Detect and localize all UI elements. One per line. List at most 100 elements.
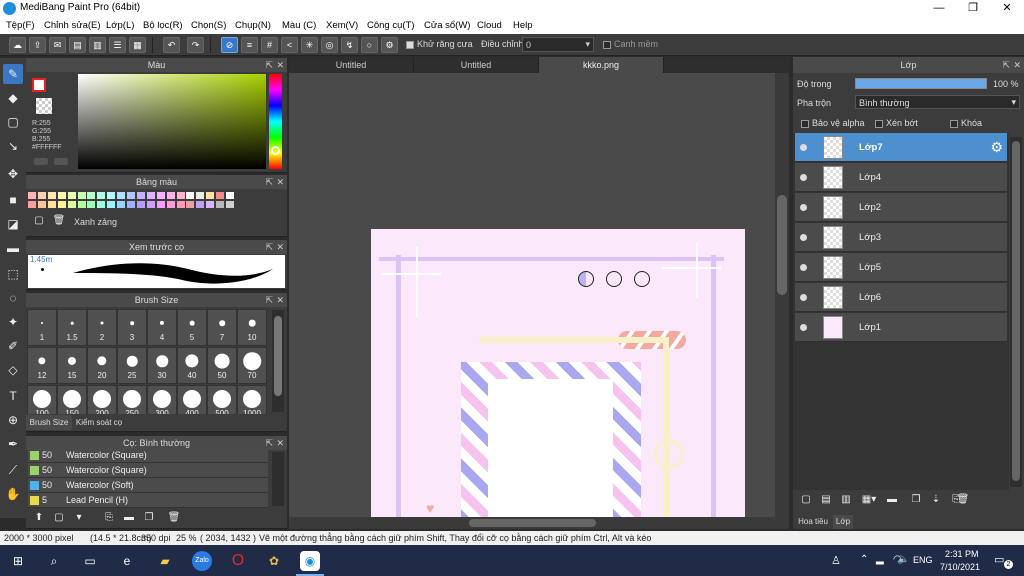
tab-brush-control[interactable]: Kiểm soát cọ	[74, 415, 124, 430]
palette-swatch[interactable]	[176, 201, 185, 208]
close-icon[interactable]: ✕	[276, 436, 284, 450]
snap-circle-icon[interactable]: ◎	[321, 37, 338, 53]
delete-palette-icon[interactable]: 🗑	[51, 213, 67, 229]
brush-size-cell[interactable]: 1000	[237, 385, 267, 414]
brush-size-cell[interactable]: 4	[147, 309, 177, 346]
palette-swatch[interactable]	[97, 201, 106, 208]
paint-palette-icon[interactable]: ✿	[264, 551, 284, 571]
scrollbar-thumb[interactable]	[469, 519, 596, 527]
close-icon[interactable]: ✕	[1013, 57, 1021, 73]
redo-icon[interactable]: ↷	[187, 37, 204, 53]
brush-size-cell[interactable]: 20	[87, 347, 117, 384]
palette-swatch[interactable]	[37, 192, 46, 199]
visibility-eye-icon[interactable]	[800, 264, 807, 271]
palette-swatch[interactable]	[186, 192, 195, 199]
text-tool-icon[interactable]: T	[3, 386, 23, 406]
palette-swatch[interactable]	[117, 192, 126, 199]
palette-swatch[interactable]	[107, 201, 116, 208]
close-icon[interactable]: ✕	[276, 58, 284, 72]
tab-brush-size[interactable]: Brush Size	[26, 415, 72, 430]
palette-swatch[interactable]	[87, 201, 96, 208]
brush-size-cell[interactable]: 150	[57, 385, 87, 414]
undock-icon[interactable]: ⇱	[265, 240, 273, 254]
new-brush-icon[interactable]: ▢	[51, 510, 67, 526]
undock-icon[interactable]: ⇱	[265, 293, 273, 307]
visibility-eye-icon[interactable]	[800, 234, 807, 241]
network-icon[interactable]: ▂	[876, 554, 884, 565]
snap-off-icon[interactable]: ⊘	[221, 37, 238, 53]
canvas-vertical-scrollbar[interactable]	[775, 73, 789, 518]
duplicate-brush-icon[interactable]: ❐	[141, 510, 157, 526]
palette-swatch[interactable]	[28, 192, 36, 199]
brush-size-cell[interactable]: 300	[147, 385, 177, 414]
brush-size-cell[interactable]: 500	[207, 385, 237, 414]
menu-filter[interactable]: Bộ lọc(R)	[143, 20, 183, 31]
bucket-tool-icon[interactable]: ◪	[3, 214, 23, 234]
brush-size-cell[interactable]: 7	[207, 309, 237, 346]
palette-swatch[interactable]	[166, 192, 175, 199]
brush-settings-icon[interactable]: ⎘	[101, 510, 117, 526]
undo-icon[interactable]: ↶	[163, 37, 180, 53]
drawing-canvas[interactable]: ♥	[371, 229, 745, 518]
brush-size-cell[interactable]: 12	[27, 347, 57, 384]
close-icon[interactable]: ✕	[276, 293, 284, 307]
palette-swatch[interactable]	[67, 201, 76, 208]
layer-list-scrollbar[interactable]	[1010, 137, 1022, 487]
blend-mode-select[interactable]: Bình thường ▾	[855, 95, 1020, 109]
brush-size-cell[interactable]: 5	[177, 309, 207, 346]
brush-size-cell[interactable]: 1.5	[57, 309, 87, 346]
clock-date[interactable]: 7/10/2021	[940, 562, 980, 572]
merge-layer-icon[interactable]: ⇣	[928, 492, 944, 508]
brush-size-cell[interactable]: 200	[87, 385, 117, 414]
scrollbar-thumb[interactable]	[274, 316, 282, 396]
brush-item[interactable]: 50 Watercolor (Square)	[28, 463, 268, 478]
palette-swatch[interactable]	[47, 192, 56, 199]
tray-chevron-icon[interactable]: ⌃	[860, 554, 868, 565]
brush-size-cell[interactable]: 25	[117, 347, 147, 384]
palette-swatch[interactable]	[226, 201, 234, 208]
layer-item[interactable]: Lớp5	[795, 253, 1007, 282]
layer-item[interactable]: Lớp1	[795, 313, 1007, 342]
palette-swatch[interactable]	[77, 201, 86, 208]
color-history-button[interactable]	[54, 158, 68, 165]
snap-ring-icon[interactable]: ○	[361, 37, 378, 53]
snap-curve-icon[interactable]: ↯	[341, 37, 358, 53]
brush-item[interactable]: 50 Watercolor (Soft)	[28, 478, 268, 493]
palette-swatch[interactable]	[196, 192, 205, 199]
new-8bit-layer-icon[interactable]: ▥	[838, 492, 854, 508]
eyedropper-tool-icon[interactable]: ⟋	[3, 460, 23, 480]
snap-parallel-icon[interactable]: ≡	[241, 37, 258, 53]
brush-size-cell[interactable]: 40	[177, 347, 207, 384]
layer-item[interactable]: Lớp2	[795, 193, 1007, 222]
close-icon[interactable]: ✕	[276, 240, 284, 254]
adjust-select[interactable]: 0 ▾	[522, 37, 594, 52]
palette-swatch[interactable]	[127, 192, 135, 199]
palette-swatch[interactable]	[166, 201, 175, 208]
palette-swatch[interactable]	[136, 192, 145, 199]
menu-tools[interactable]: Công cụ(T)	[367, 20, 415, 31]
undock-icon[interactable]: ⇱	[265, 175, 273, 189]
visibility-eye-icon[interactable]	[800, 324, 807, 331]
notification-icon[interactable]: ▭	[994, 553, 1004, 566]
brush-size-cell[interactable]: 10	[237, 309, 267, 346]
share-icon[interactable]: ⇪	[29, 37, 46, 53]
hand-tool-icon[interactable]: ✋	[3, 484, 23, 504]
close-button[interactable]: ✕	[990, 0, 1024, 17]
visibility-eye-icon[interactable]	[800, 174, 807, 181]
medibang-taskbar-icon[interactable]: ◉	[300, 551, 320, 571]
brush-size-cell[interactable]: 70	[237, 347, 267, 384]
menu-window[interactable]: Cửa sổ(W)	[424, 20, 470, 31]
brush-item[interactable]: 50 Watercolor (Square)	[28, 448, 268, 463]
color-mode-button[interactable]	[34, 158, 48, 165]
gradient-tool-icon[interactable]: ▬	[3, 238, 23, 258]
snap-radial-icon[interactable]: ✳	[301, 37, 318, 53]
new-icon[interactable]: ▤	[69, 37, 86, 53]
duplicate-layer-icon[interactable]: ❐	[908, 492, 924, 508]
palette-swatch[interactable]	[146, 192, 155, 199]
minimize-button[interactable]: —	[922, 0, 956, 17]
grid-icon[interactable]: ▦	[129, 37, 146, 53]
palette-swatch[interactable]	[186, 201, 195, 208]
menu-snap[interactable]: Chụp(N)	[235, 20, 271, 31]
snap-perspective-icon[interactable]: <	[281, 37, 298, 53]
brush-menu-icon[interactable]: ▾	[71, 510, 87, 526]
